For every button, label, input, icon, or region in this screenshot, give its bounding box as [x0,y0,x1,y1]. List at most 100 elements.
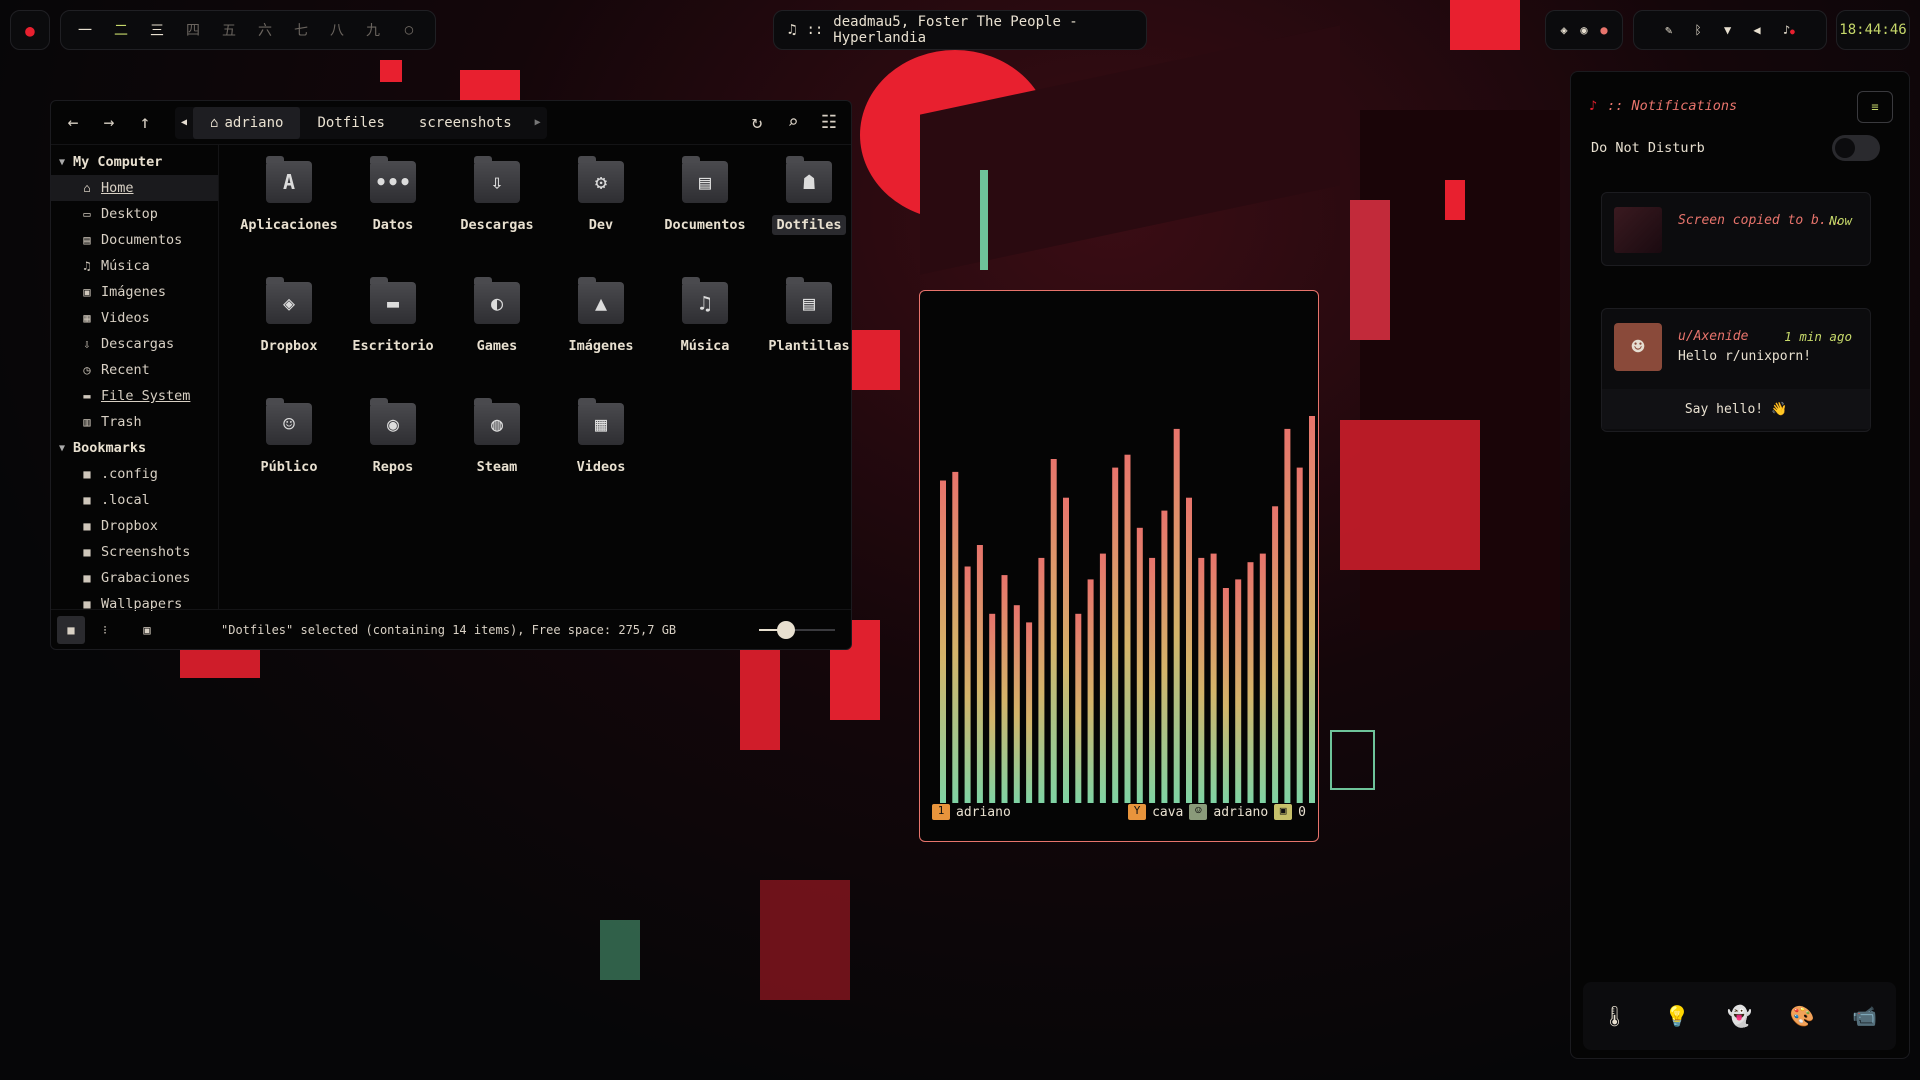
cava-visualizer [940,416,1315,803]
file-item[interactable]: ⇩ Descargas [445,156,549,282]
breadcrumb-scroll-right-icon[interactable]: ▶ [529,117,547,128]
bookmark-label: Grabaciones [101,570,191,586]
bookmark-item[interactable]: ■ Grabaciones [51,565,218,591]
bluetooth-icon[interactable]: ᛒ [1695,23,1702,37]
clock[interactable]: 18:44:46 [1836,10,1910,50]
folder-icon: ■ [83,467,91,481]
notification-title: Screen copied to b... [1678,213,1843,228]
zoom-slider-knob[interactable] [776,620,795,639]
workspace-8[interactable]: 八 [319,20,355,40]
workspace-1[interactable]: 一 [67,20,103,40]
sidebar-item-trash[interactable]: ▥ Trash [51,409,218,435]
pen-icon[interactable]: ✎ [1665,23,1672,37]
sidebar-item-videos[interactable]: ▦ Videos [51,305,218,331]
bulb-icon[interactable]: 💡 [1665,1004,1690,1028]
cava-bar [1210,553,1217,803]
app-name: cava [1152,804,1184,820]
forward-button[interactable]: → [91,101,127,145]
folder-icon: ◐ [474,277,520,324]
workspace-9[interactable]: 九 [355,20,391,40]
zoom-slider[interactable] [759,620,835,640]
file-item[interactable]: ☗ Dotfiles [757,156,851,282]
discord-icon[interactable]: ◉ [1580,23,1587,37]
breadcrumb-scroll-left-icon[interactable]: ◀ [175,117,193,128]
sidebar-item-documentos[interactable]: ▤ Documentos [51,227,218,253]
bookmark-item[interactable]: ■ Dropbox [51,513,218,539]
chrome-icon[interactable]: ● [1600,23,1607,37]
toggle-sidebar-button[interactable]: ▣ [133,616,161,644]
sidebar-section-my-computer[interactable]: ▼ My Computer [51,149,218,175]
media-widget[interactable]: ♫ :: deadmau5, Foster The People - Hyper… [773,10,1147,50]
launcher-button[interactable]: ● [10,10,50,50]
breadcrumb-adriano[interactable]: ⌂ adriano [193,106,301,139]
ghost-icon[interactable]: 👻 [1727,1004,1752,1028]
notifications-title: :: Notifications [1607,98,1738,114]
status-bar: ■ ⁝ ▣ "Dotfiles" selected (containing 14… [51,609,851,649]
breadcrumb-dotfiles[interactable]: Dotfiles [300,107,401,139]
sidebar-item-desktop[interactable]: ▭ Desktop [51,201,218,227]
sidebar-item-recent[interactable]: ◷ Recent [51,357,218,383]
file-manager-toolbar: ← → ↑ ◀ ⌂ adriano Dotfiles screenshots ▶ … [51,101,851,145]
notification-card[interactable]: ☻ u/Axenide 1 min ago Hello r/unixporn! … [1601,308,1871,432]
bookmark-item[interactable]: ■ Screenshots [51,539,218,565]
workspace-10[interactable]: ○ [391,22,427,38]
folder-icon: ☺ [266,398,312,445]
bell-icon[interactable]: ♪● [1783,23,1795,37]
workspace-6[interactable]: 六 [247,20,283,40]
places-view-button[interactable]: ■ [57,615,85,644]
sidebar-item-label: Música [101,258,150,274]
file-item[interactable]: ◐ Games [445,277,549,403]
workspace-2[interactable]: 二 [103,20,139,40]
file-item[interactable]: ◉ Repos [341,398,445,524]
file-item[interactable]: ▦ Videos [549,398,653,524]
file-item-label: Música [680,338,730,354]
notification-card[interactable]: Screen copied to b... Now [1601,192,1871,266]
workspace-7[interactable]: 七 [283,20,319,40]
folder-icon: ⇩ [474,156,520,203]
clear-notifications-button[interactable]: ≡ [1857,91,1893,123]
view-options-button[interactable]: ☷ [811,101,847,145]
tree-view-button[interactable]: ⁝ [91,616,119,644]
folder-icon: ♫ [682,277,728,324]
file-item[interactable]: ♫ Música [653,277,757,403]
bookmark-item[interactable]: ■ .local [51,487,218,513]
file-item[interactable]: ••• Datos [341,156,445,282]
folder-icon: ▲ [578,277,624,324]
sidebar-section-label: My Computer [73,154,163,170]
file-item[interactable]: ▤ Plantillas [757,277,851,403]
file-item[interactable]: ☺ Público [237,398,341,524]
file-item[interactable]: ◍ Steam [445,398,549,524]
file-item[interactable]: ▲ Imágenes [549,277,653,403]
sidebar-item-imagenes[interactable]: ▣ Imágenes [51,279,218,305]
reload-button[interactable]: ↻ [739,101,775,145]
status-text: "Dotfiles" selected (containing 14 items… [221,622,677,637]
up-button[interactable]: ↑ [127,101,163,145]
camera-icon[interactable]: 📹 [1852,1004,1877,1028]
palette-icon[interactable]: 🎨 [1790,1004,1815,1028]
workspace-5[interactable]: 五 [211,20,247,40]
dropbox-icon[interactable]: ◈ [1560,23,1567,37]
workspace-3[interactable]: 三 [139,20,175,40]
say-hello-button[interactable]: Say hello! 👋 [1602,389,1870,429]
file-item[interactable]: ⚙ Dev [549,156,653,282]
document-icon: ▤ [83,233,91,247]
sidebar-section-bookmarks[interactable]: ▼ Bookmarks [51,435,218,461]
dnd-toggle[interactable] [1832,135,1880,161]
bookmark-item[interactable]: ■ .config [51,461,218,487]
sidebar-item-musica[interactable]: ♫ Música [51,253,218,279]
breadcrumb-screenshots[interactable]: screenshots [402,107,529,139]
sidebar-item-descargas[interactable]: ⇩ Descargas [51,331,218,357]
file-item[interactable]: ▤ Documentos [653,156,757,282]
file-item[interactable]: A Aplicaciones [237,156,341,282]
thermometer-icon[interactable]: 🌡 [1602,1004,1627,1028]
back-button[interactable]: ← [55,101,91,145]
workspace-4[interactable]: 四 [175,20,211,40]
file-item[interactable]: ▬ Escritorio [341,277,445,403]
search-button[interactable]: ⌕ [775,101,811,145]
tmux-status-bar: 1 adriano Y cava ☺ adriano ▣ 0 [932,803,1306,821]
volume-icon[interactable]: ◀ [1753,23,1760,37]
sidebar-item-file-system[interactable]: ▬ File System [51,383,218,409]
file-item[interactable]: ◈ Dropbox [237,277,341,403]
sidebar-item-home[interactable]: ⌂ Home [51,175,218,201]
wifi-icon[interactable]: ▼ [1724,23,1731,37]
